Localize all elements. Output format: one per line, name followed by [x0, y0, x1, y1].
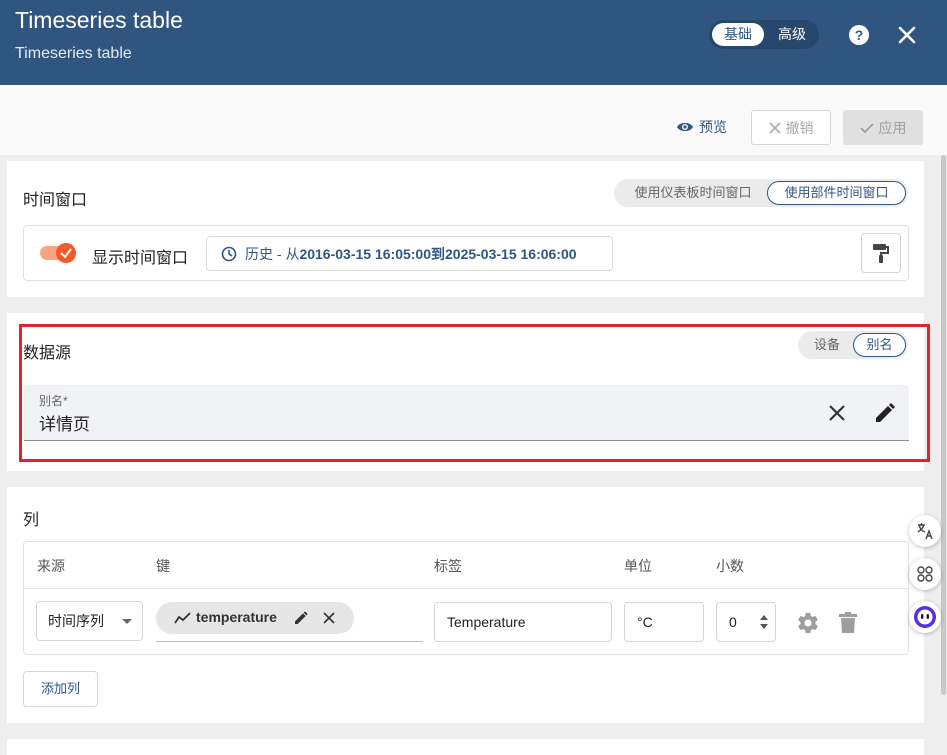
timewindow-style-button[interactable] [861, 233, 901, 273]
header-divider [24, 588, 908, 589]
clock-icon [221, 246, 237, 261]
trash-icon[interactable] [837, 611, 859, 635]
undo-button[interactable]: 撤销 [751, 110, 831, 145]
show-timewindow-toggle[interactable] [40, 243, 76, 263]
dialog-title: Timeseries table [15, 7, 183, 33]
chevron-down-icon [122, 619, 132, 624]
remove-key-icon[interactable] [323, 612, 335, 624]
unit-input[interactable]: °C [624, 602, 704, 642]
header-decimals: 小数 [716, 558, 744, 574]
time-window-mode-toggle: 使用仪表板时间窗口 使用部件时间窗口 [614, 179, 908, 207]
close-icon [768, 121, 781, 134]
format-paint-icon [873, 244, 889, 263]
apply-label: 应用 [878, 119, 907, 136]
svg-text:?: ? [855, 27, 864, 43]
check-icon [859, 122, 874, 133]
key-name: temperature [196, 609, 277, 625]
highlight-frame [19, 324, 930, 462]
use-widget-timewindow-option[interactable]: 使用部件时间窗口 [767, 181, 906, 205]
assistant-button[interactable] [909, 601, 941, 633]
decimals-spinner-icon[interactable] [760, 612, 768, 632]
mode-toggle: 基础 高级 [709, 20, 819, 49]
add-column-button[interactable]: 添加列 [23, 671, 98, 707]
header-unit: 单位 [624, 558, 652, 574]
source-select[interactable]: 时间序列 [36, 601, 143, 641]
label-input[interactable]: Temperature [434, 602, 612, 642]
key-input-underline [156, 641, 423, 642]
timewindow-selector[interactable]: 历史 - 从2016-03-15 16:05:00到2025-03-15 16:… [206, 236, 613, 271]
gear-icon[interactable] [796, 611, 820, 635]
assistant-bot-icon [914, 606, 936, 628]
scrollbar[interactable] [941, 155, 946, 695]
help-icon[interactable]: ? [848, 24, 870, 46]
next-card [7, 739, 924, 755]
eye-icon [677, 122, 693, 132]
show-timewindow-label: 显示时间窗口 [92, 250, 189, 267]
header-source: 来源 [37, 558, 65, 574]
preview-label: 预览 [699, 119, 727, 135]
preview-button[interactable]: 预览 [676, 110, 727, 144]
mode-advanced-button[interactable]: 高级 [769, 23, 815, 46]
use-dashboard-timewindow-option[interactable]: 使用仪表板时间窗口 [618, 181, 768, 205]
apps-button[interactable] [909, 558, 941, 590]
time-window-title: 时间窗口 [23, 192, 88, 209]
dialog-header: Timeseries table Timeseries table 基础 高级 … [0, 0, 947, 85]
close-icon[interactable] [896, 24, 918, 46]
header-key: 键 [156, 558, 170, 574]
timewindow-prefix: 历史 - 从 [245, 245, 300, 262]
source-select-value: 时间序列 [48, 613, 104, 629]
header-label: 标签 [434, 558, 462, 574]
mode-basic-button[interactable]: 基础 [712, 23, 764, 46]
apply-button[interactable]: 应用 [843, 110, 923, 145]
edit-key-icon[interactable] [293, 610, 309, 626]
key-chip[interactable]: temperature [156, 602, 354, 634]
timeseries-icon [174, 612, 191, 624]
timewindow-range: 2016-03-15 16:05:00到2025-03-15 16:06:00 [299, 245, 577, 262]
translate-button[interactable] [909, 515, 941, 547]
dialog-subtitle: Timeseries table [15, 45, 132, 62]
apps-icon [917, 566, 933, 582]
translate-icon [917, 523, 933, 540]
undo-label: 撤销 [785, 119, 814, 136]
columns-title: 列 [23, 512, 40, 529]
